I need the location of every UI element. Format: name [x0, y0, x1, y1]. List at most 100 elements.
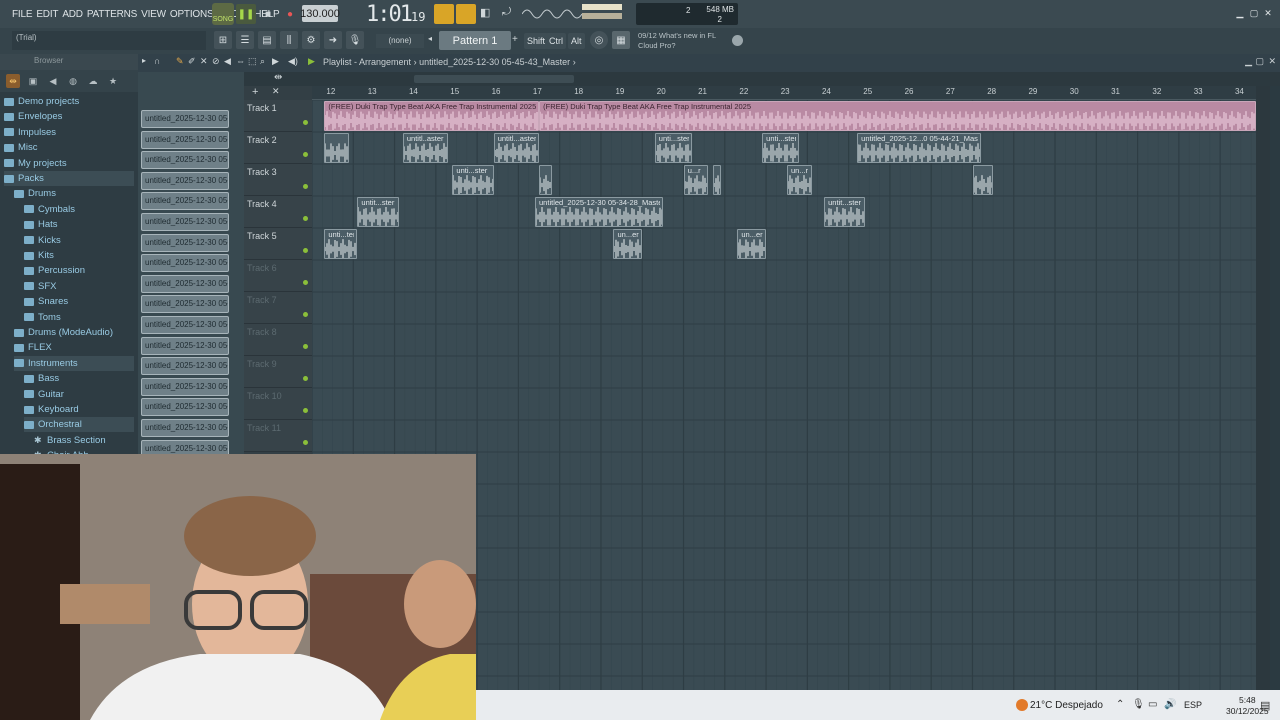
magnet-icon[interactable]: ∩: [154, 56, 160, 66]
browser-item[interactable]: Kicks: [24, 233, 134, 248]
weather-text[interactable]: 21°C Despejado: [1030, 700, 1103, 711]
browser-all-icon[interactable]: ⇹: [6, 74, 20, 88]
slip-tool-icon[interactable]: ◀: [224, 56, 231, 67]
playlist-clip[interactable]: unti...ster: [654, 133, 692, 163]
alt-key-button[interactable]: Alt: [568, 33, 585, 49]
network-icon[interactable]: ▭: [1148, 699, 1157, 710]
track-mute-led[interactable]: [303, 216, 308, 221]
picker-clip[interactable]: untitled_2025-12-30 05-: [141, 110, 229, 128]
track-header[interactable]: Track 10: [244, 388, 312, 420]
export-icon[interactable]: ➜: [324, 31, 342, 49]
menu-item[interactable]: FILE: [12, 9, 33, 20]
timeline-ruler[interactable]: 12 13 14 15 16 17 18 19 20 21 22 23 24 25 26 27 28 29 30 31…: [312, 86, 1256, 100]
picker-clip[interactable]: untitled_2025-12-30 05-: [141, 192, 229, 211]
picker-clip[interactable]: untitled_2025-12-30 05-: [141, 130, 229, 149]
track-mute-led[interactable]: [303, 248, 308, 253]
browser-item[interactable]: ✱ Brass Section: [34, 433, 134, 448]
playlist-clip[interactable]: un...er: [613, 229, 643, 259]
close-icon[interactable]: ✕: [1262, 8, 1274, 18]
playlist-clip[interactable]: [324, 133, 350, 163]
ctrl-key-button[interactable]: Ctrl: [546, 33, 566, 49]
browser-item[interactable]: Misc: [4, 140, 134, 155]
playlist-clip[interactable]: un...er: [737, 229, 767, 259]
browser-item[interactable]: FLEX: [14, 340, 134, 355]
playlist-icon[interactable]: ⊞: [214, 31, 232, 49]
play-icon[interactable]: ▶: [308, 56, 315, 67]
playlist-clip[interactable]: untitled_2025-12-30 05-34-28_Master: [535, 197, 664, 227]
track-mute-led[interactable]: [303, 344, 308, 349]
draw-tool-icon[interactable]: ✎: [176, 56, 184, 67]
picker-clip[interactable]: untitled_2025-12-30 05-: [141, 274, 229, 293]
browser-cloud-icon[interactable]: ☁: [86, 74, 100, 88]
browser-item[interactable]: Guitar: [24, 387, 134, 402]
playlist-clip[interactable]: [972, 165, 994, 195]
browser-item[interactable]: SFX: [24, 279, 134, 294]
track-header[interactable]: Track 7: [244, 292, 312, 324]
picker-clip[interactable]: untitled_2025-12-30 05-: [141, 398, 229, 417]
select-tool-icon[interactable]: ⬚: [248, 56, 257, 67]
add-track-icon[interactable]: +: [252, 86, 258, 98]
playlist-clip[interactable]: un...r: [786, 165, 812, 195]
channel-rack-icon[interactable]: ☰: [236, 31, 254, 49]
microphone-tray-icon[interactable]: 🎙: [1132, 699, 1145, 710]
track-mute-led[interactable]: [303, 152, 308, 157]
browser-back-icon[interactable]: ◀: [46, 74, 60, 88]
notifications-icon[interactable]: ▤: [1260, 699, 1270, 712]
pattern-prev-icon[interactable]: ◂: [428, 34, 438, 48]
paint-tool-icon[interactable]: ✐: [188, 56, 196, 67]
fl-cloud-icon[interactable]: ◎: [590, 31, 608, 49]
add-pattern-icon[interactable]: +: [512, 34, 522, 48]
horizontal-scrollbar[interactable]: ⇹: [244, 72, 1280, 86]
breadcrumb-clip[interactable]: untitled_2025-12-30 05-45-43_Master: [419, 57, 570, 67]
loop-record-icon[interactable]: ⤾: [502, 6, 518, 20]
playlist-clip[interactable]: (FREE) Duki Trap Type Beat AKA Free Trap…: [539, 101, 1256, 131]
snap-selector[interactable]: (none): [376, 34, 424, 48]
playlist-clip[interactable]: untit...ster: [357, 197, 399, 227]
track-header[interactable]: Track 11: [244, 420, 312, 452]
browser-plugin-icon[interactable]: ▣: [26, 74, 40, 88]
track-header[interactable]: Track 6: [244, 260, 312, 292]
news-arrow-icon[interactable]: [732, 35, 743, 46]
step-edit-icon[interactable]: [456, 4, 476, 24]
record-button[interactable]: ●: [280, 4, 300, 24]
browser-refresh-icon[interactable]: ◍: [66, 74, 80, 88]
track-mute-led[interactable]: [303, 280, 308, 285]
menu-item[interactable]: EDIT: [36, 9, 58, 20]
browser-item[interactable]: Cymbals: [24, 202, 134, 217]
browser-item[interactable]: My projects: [4, 156, 134, 171]
picker-clip[interactable]: untitled_2025-12-30 05-: [141, 151, 229, 170]
news-panel[interactable]: 09/12 What's new in FL Cloud Pro?: [638, 31, 730, 51]
picker-clip[interactable]: untitled_2025-12-30 05-: [141, 419, 229, 437]
microphone-icon[interactable]: 🎙: [346, 31, 364, 49]
browser-item[interactable]: Bass: [24, 371, 134, 386]
playlist-clip[interactable]: [539, 165, 552, 195]
playlist-close-icon[interactable]: ✕: [1268, 56, 1276, 67]
language-indicator[interactable]: ESP: [1184, 700, 1202, 710]
track-header[interactable]: Track 8: [244, 324, 312, 356]
track-header[interactable]: Track 4: [244, 196, 312, 228]
mixer-icon[interactable]: ⫼: [280, 31, 298, 49]
browser-item[interactable]: Keyboard: [24, 402, 134, 417]
track-mute-led[interactable]: [303, 376, 308, 381]
track-header[interactable]: Track 5: [244, 228, 312, 260]
picker-clip[interactable]: untitled_2025-12-30 05-: [141, 316, 229, 334]
playlist-clip[interactable]: [712, 165, 721, 195]
picker-clip[interactable]: untitled_2025-12-30 05-: [141, 254, 229, 273]
browser-item[interactable]: Orchestral: [24, 417, 134, 433]
pattern-selector[interactable]: Pattern 1: [439, 31, 511, 50]
browser-item[interactable]: Packs: [4, 171, 134, 186]
browser-item[interactable]: Drums: [14, 186, 134, 201]
playlist-clip[interactable]: untit...ster: [824, 197, 866, 227]
menu-item[interactable]: OPTIONS: [170, 9, 214, 20]
browser-item[interactable]: Instruments: [14, 355, 134, 371]
shift-key-button[interactable]: Shift: [524, 33, 549, 49]
browser-item[interactable]: Drums (ModeAudio): [14, 325, 134, 340]
delete-tool-icon[interactable]: ✕: [200, 56, 208, 67]
slice-tool-icon[interactable]: ⇔: [236, 56, 245, 66]
picker-clip[interactable]: untitled_2025-12-30 05-: [141, 377, 229, 396]
vertical-scrollbar[interactable]: [1256, 86, 1270, 690]
browser-item[interactable]: Snares: [24, 294, 134, 309]
browser-star-icon[interactable]: ★: [106, 74, 120, 88]
song-mode-button[interactable]: SONG: [212, 3, 234, 25]
stop-button[interactable]: ■: [258, 4, 278, 24]
